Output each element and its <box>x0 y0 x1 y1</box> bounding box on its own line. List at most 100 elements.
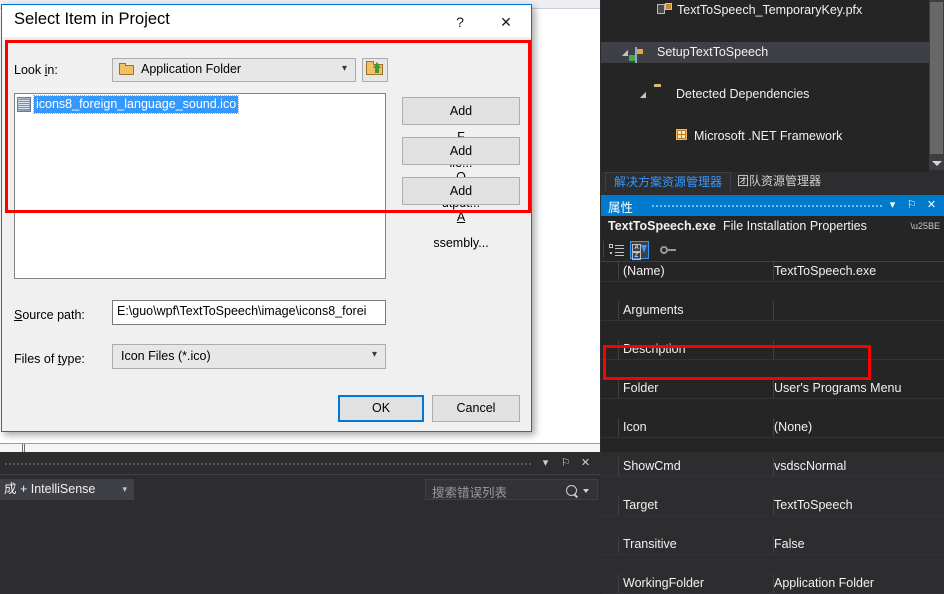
tab-label: 团队资源管理器 <box>737 174 822 188</box>
chevron-expand-icon[interactable]: ◢ <box>637 84 649 105</box>
close-icon[interactable]: ✕ <box>493 12 519 32</box>
tab-label: 解决方案资源管理器 <box>614 175 723 189</box>
properties-toolbar[interactable]: AZ <box>601 238 944 262</box>
titlebar-dots-decoration <box>4 462 531 466</box>
chevron-down-icon[interactable]: ▾ <box>372 349 377 360</box>
row-gutter <box>601 301 619 320</box>
folder-up-icon <box>366 61 384 76</box>
property-value[interactable]: TextToSpeech <box>774 496 853 515</box>
tree-item-setuptexttospeech[interactable]: ◢ SetupTextToSpeech <box>601 42 944 63</box>
dialog-titlebar: Select Item in Project ? ✕ <box>2 5 531 37</box>
close-icon[interactable]: ✕ <box>578 456 593 471</box>
property-value[interactable]: (None) <box>774 418 812 437</box>
tree-item-detected-dependencies[interactable]: ◢ Detected Dependencies <box>601 84 944 105</box>
property-row-workingfolder[interactable]: WorkingFolder Application Folder <box>601 574 944 594</box>
window-dropdown-icon[interactable]: ▾ <box>885 198 900 213</box>
property-row-description[interactable]: Description <box>601 340 944 360</box>
property-row-transitive[interactable]: Transitive False <box>601 535 944 555</box>
files-of-type-label: Files of type: <box>14 352 85 366</box>
solution-explorer-scrollbar[interactable] <box>929 0 944 170</box>
property-name: Transitive <box>623 537 677 551</box>
properties-object-name: TextToSpeech.exe <box>608 219 716 233</box>
property-row-folder[interactable]: Folder User's Programs Menu <box>601 379 944 399</box>
solution-explorer-tabstrip[interactable]: 解决方案资源管理器 团队资源管理器 <box>601 172 944 192</box>
editor-tickmarks <box>22 444 26 452</box>
row-gutter <box>601 418 619 437</box>
property-value[interactable]: vsdscNormal <box>774 457 846 476</box>
tree-item-dotnet-framework[interactable]: Microsoft .NET Framework <box>601 126 944 147</box>
error-list-panel[interactable]: ▾ ⚐ ✕ 成 + IntelliSense ▾ 搜索错误列表 <box>0 452 601 503</box>
select-item-in-project-dialog[interactable]: Select Item in Project ? ✕ Look in: Appl… <box>1 4 532 432</box>
add-assembly-button[interactable]: Add Assembly... <box>402 177 520 250</box>
certificate-icon <box>657 3 673 19</box>
tab-team-explorer[interactable]: 团队资源管理器 <box>729 172 829 191</box>
categorized-icon[interactable] <box>607 241 626 259</box>
error-list-toolbar[interactable]: 成 + IntelliSense ▾ 搜索错误列表 <box>0 474 601 503</box>
tree-item-label: Detected Dependencies <box>676 87 810 101</box>
row-gutter <box>601 340 619 359</box>
properties-object-type: File Installation Properties <box>723 219 867 233</box>
tree-item-label: TextToSpeech_TemporaryKey.pfx <box>677 3 863 17</box>
reference-icon <box>672 129 688 145</box>
tree-item-label: SetupTextToSpeech <box>657 45 769 59</box>
alphabetical-sort-icon[interactable]: AZ <box>630 241 649 260</box>
pin-icon[interactable]: ⚐ <box>558 456 573 471</box>
look-in-label: Look in: <box>14 63 58 77</box>
tree-item-temporarykey[interactable]: TextToSpeech_TemporaryKey.pfx <box>601 0 944 21</box>
window-dropdown-icon[interactable]: ▾ <box>538 456 553 471</box>
dialog-title: Select Item in Project <box>14 10 170 28</box>
scrollbar-thumb[interactable] <box>930 2 943 154</box>
property-row-target[interactable]: Target TextToSpeech <box>601 496 944 516</box>
help-icon[interactable]: ? <box>447 12 473 32</box>
property-name: Icon <box>623 420 647 434</box>
error-filter-combobox[interactable]: 成 + IntelliSense ▾ <box>0 479 134 500</box>
row-gutter <box>601 496 619 515</box>
expander-icon[interactable] <box>641 0 653 21</box>
list-item-label: icons8_foreign_language_sound.ico <box>32 95 240 114</box>
chevron-down-icon[interactable]: ▾ <box>122 480 127 499</box>
close-icon[interactable]: ✕ <box>924 198 939 213</box>
ok-button[interactable]: OK <box>338 395 424 422</box>
row-gutter <box>601 574 619 593</box>
property-value[interactable]: False <box>774 535 805 554</box>
error-search-input[interactable]: 搜索错误列表 <box>425 479 598 500</box>
property-row-showcmd[interactable]: ShowCmd vsdscNormal <box>601 457 944 477</box>
chevron-down-icon[interactable]: \u25BE <box>910 216 940 237</box>
visual-studio-shell: TextToSpeech_TemporaryKey.pfx ◢ SetupTex… <box>0 0 944 594</box>
property-row-icon[interactable]: Icon (None) <box>601 418 944 438</box>
list-item[interactable]: icons8_foreign_language_sound.ico <box>17 95 385 114</box>
error-filter-value: 成 + IntelliSense <box>4 482 96 496</box>
error-search-placeholder: 搜索错误列表 <box>432 486 508 500</box>
chevron-down-icon[interactable]: ▾ <box>342 63 347 74</box>
search-options-caret-icon[interactable] <box>583 489 589 493</box>
column-splitter[interactable] <box>773 301 774 320</box>
column-splitter[interactable] <box>773 340 774 359</box>
item-listbox[interactable]: icons8_foreign_language_sound.ico <box>14 93 386 279</box>
add-file-button[interactable]: Add File... <box>402 97 520 170</box>
pin-icon[interactable]: ⚐ <box>904 198 919 213</box>
property-name: ShowCmd <box>623 459 681 473</box>
property-pages-icon[interactable] <box>658 241 677 259</box>
solution-explorer-panel[interactable]: TextToSpeech_TemporaryKey.pfx ◢ SetupTex… <box>601 0 944 170</box>
add-output-button[interactable]: Add Output... <box>402 137 520 210</box>
cancel-button[interactable]: Cancel <box>432 395 520 422</box>
property-row-name[interactable]: (Name) TextToSpeech.exe <box>601 262 944 282</box>
property-value[interactable]: Application Folder <box>774 574 874 593</box>
search-icon[interactable] <box>566 485 577 496</box>
tab-solution-explorer[interactable]: 解决方案资源管理器 <box>605 172 732 191</box>
files-of-type-combobox[interactable]: Icon Files (*.ico) ▾ <box>112 344 386 369</box>
cancel-button-label: Cancel <box>456 401 496 415</box>
toolbar-separator <box>603 241 604 258</box>
properties-panel[interactable]: 属性 ▾ ⚐ ✕ TextToSpeech.exe File Installat… <box>601 195 944 594</box>
source-path-input[interactable]: E:\guo\wpf\TextToSpeech\image\icons8_for… <box>112 300 386 325</box>
up-one-level-button[interactable] <box>362 58 388 82</box>
folder-icon <box>654 87 670 103</box>
scrollbar-down-arrow-icon[interactable] <box>932 161 942 166</box>
titlebar-dots-decoration <box>651 204 882 208</box>
property-value[interactable]: TextToSpeech.exe <box>774 262 876 281</box>
property-value[interactable]: User's Programs Menu <box>774 379 901 398</box>
property-row-arguments[interactable]: Arguments <box>601 301 944 321</box>
property-name: Description <box>623 342 686 356</box>
look-in-combobox[interactable]: Application Folder ▾ <box>112 58 356 82</box>
properties-grid[interactable]: (Name) TextToSpeech.exe Arguments Descri… <box>601 262 944 594</box>
